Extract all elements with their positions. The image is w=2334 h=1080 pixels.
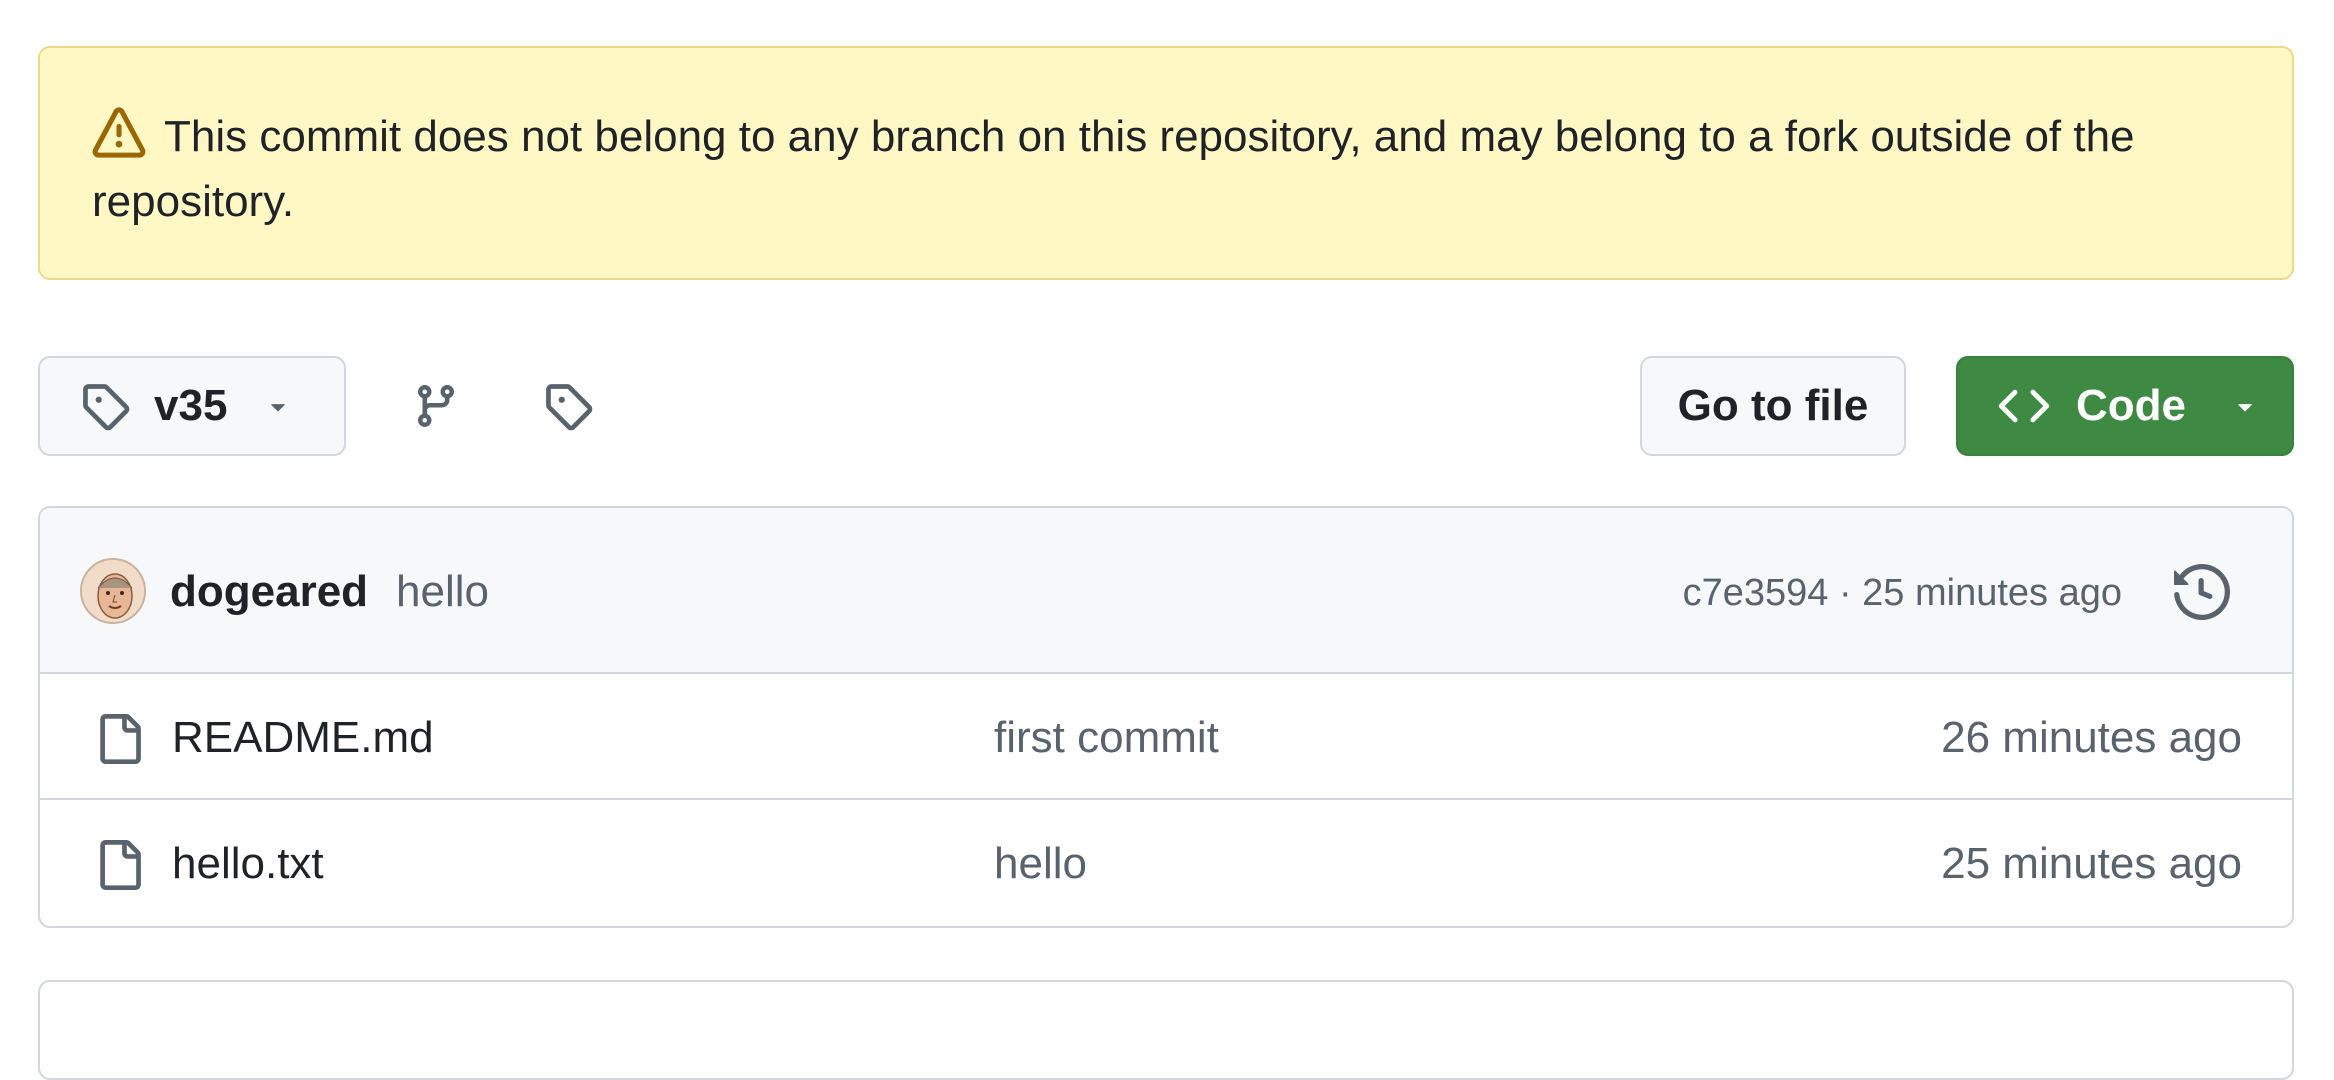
ref-selector-label: v35 xyxy=(154,381,228,430)
alert-icon xyxy=(92,107,146,158)
commit-author[interactable]: dogeared xyxy=(170,566,368,618)
fork-warning-text: This commit does not belong to any branc… xyxy=(92,112,2135,226)
fork-warning-banner: This commit does not belong to any branc… xyxy=(38,46,2294,280)
code-button-label: Code xyxy=(2076,381,2186,430)
branches-link[interactable] xyxy=(408,378,464,434)
readme-panel xyxy=(38,980,2294,1080)
file-commit-message[interactable]: hello xyxy=(994,838,1087,890)
tag-icon xyxy=(546,384,593,431)
table-row: hello.txt hello 25 minutes ago xyxy=(40,800,2292,926)
code-icon xyxy=(1998,389,2050,423)
commit-sha-time[interactable]: c7e3594 · 25 minutes ago xyxy=(1683,570,2122,616)
git-branch-icon xyxy=(417,385,454,428)
file-table: dogeared hello c7e3594 · 25 minutes ago … xyxy=(38,506,2294,928)
file-name-link[interactable]: README.md xyxy=(172,712,434,764)
go-to-file-label: Go to file xyxy=(1677,381,1869,430)
history-icon[interactable] xyxy=(2174,564,2230,620)
file-icon xyxy=(100,840,141,890)
ref-selector-button[interactable]: v35 xyxy=(38,356,346,456)
go-to-file-button[interactable]: Go to file xyxy=(1640,356,1906,456)
file-name-link[interactable]: hello.txt xyxy=(172,838,324,890)
table-row: README.md first commit 26 minutes ago xyxy=(40,674,2292,800)
triangle-down-icon xyxy=(271,404,286,412)
commit-message[interactable]: hello xyxy=(396,566,489,618)
file-commit-message[interactable]: first commit xyxy=(994,712,1219,764)
tag-icon xyxy=(83,384,130,431)
avatar[interactable] xyxy=(80,558,146,624)
avatar-face-icon xyxy=(82,560,144,622)
file-icon xyxy=(100,714,141,764)
file-commit-time: 25 minutes ago xyxy=(1941,839,2242,888)
tags-link[interactable] xyxy=(540,378,596,434)
code-button[interactable]: Code xyxy=(1956,356,2294,456)
repo-toolbar: v35 Go to file Code xyxy=(38,356,2294,456)
file-commit-time: 26 minutes ago xyxy=(1941,713,2242,762)
latest-commit-row: dogeared hello c7e3594 · 25 minutes ago xyxy=(40,508,2292,674)
triangle-down-icon xyxy=(2238,404,2252,412)
